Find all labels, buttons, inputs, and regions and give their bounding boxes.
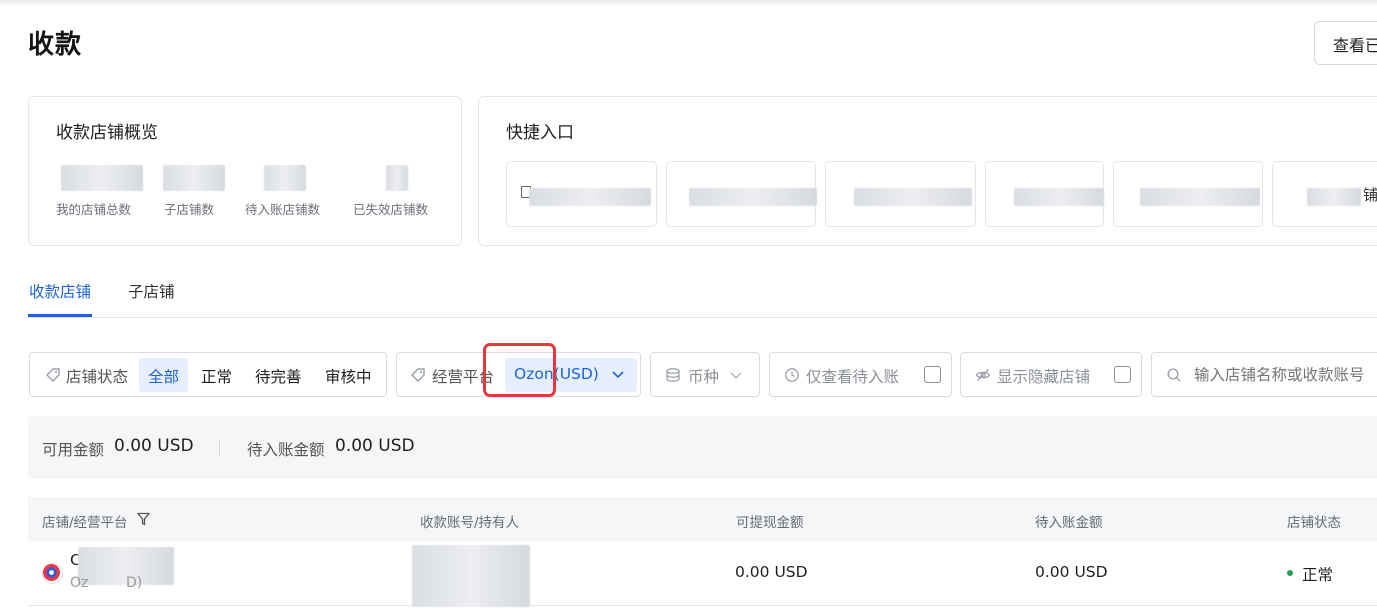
currency-filter[interactable]: 币种 — [650, 352, 760, 397]
summary-divider — [219, 440, 220, 457]
highlight-box — [483, 343, 556, 397]
eye-off-icon — [975, 369, 991, 381]
overview-card: 收款店铺概览 我的店铺总数 子店铺数 待入账店铺数 已失效店铺数 — [28, 96, 462, 246]
quick-entry-tile[interactable] — [985, 161, 1104, 227]
filter-icon[interactable] — [137, 512, 150, 526]
table-header: 店铺/经营平台 收款账号/持有人 可提现金额 待入账金额 店铺状态 — [28, 497, 1377, 541]
stat-value-total — [61, 165, 143, 191]
store-status-label: 店铺状态 — [66, 368, 129, 386]
column-pending: 待入账金额 — [1035, 515, 1103, 531]
platform-fragment-right: D) — [126, 575, 143, 591]
table-row[interactable]: C Oz D) 0.00 USD 0.00 USD 正常 — [28, 541, 1377, 607]
tag-icon — [411, 368, 425, 382]
stat-label-substores: 子店铺数 — [164, 202, 215, 217]
tab-receiving-stores[interactable]: 收款店铺 — [29, 280, 91, 302]
column-store-platform: 店铺/经营平台 — [42, 515, 128, 531]
stat-value-substores — [163, 165, 225, 191]
stat-label-pending: 待入账店铺数 — [245, 202, 321, 217]
search-box — [1151, 352, 1377, 397]
column-status: 店铺状态 — [1287, 515, 1341, 531]
pending-only-filter[interactable]: 仅查看待入账 — [769, 352, 952, 397]
tab-bar: 收款店铺 子店铺 — [28, 270, 1377, 318]
chevron-down-icon — [730, 372, 742, 380]
active-tab-indicator — [28, 314, 92, 317]
stat-label-total: 我的店铺总数 — [56, 202, 132, 217]
pending-label: 待入账金额 — [247, 441, 325, 459]
currency-label: 币种 — [688, 368, 720, 386]
quick-entry-tile[interactable] — [1113, 161, 1263, 227]
status-option-reviewing[interactable]: 审核中 — [316, 358, 381, 392]
page-title: 收款 — [28, 30, 83, 60]
quick-entry-title: 快捷入口 — [506, 123, 574, 143]
tile-text-fragment: 铺 — [1363, 186, 1377, 204]
quick-entry-tile[interactable] — [666, 161, 817, 227]
available-value: 0.00 USD — [114, 436, 194, 456]
show-hidden-filter[interactable]: 显示隐藏店铺 — [960, 352, 1142, 397]
column-withdrawable: 可提现金额 — [736, 515, 804, 531]
clock-icon — [785, 368, 799, 382]
quick-entry-card: 快捷入口 铺 — [478, 96, 1377, 246]
top-shadow-bar — [0, 0, 1377, 7]
account-redacted — [412, 545, 530, 607]
store-status: 正常 — [1302, 566, 1334, 584]
tab-sub-stores[interactable]: 子店铺 — [128, 280, 175, 302]
coin-stack-icon — [666, 368, 680, 382]
pending-only-label: 仅查看待入账 — [806, 368, 900, 386]
available-label: 可用金额 — [42, 441, 105, 459]
chevron-down-icon — [612, 371, 624, 379]
overview-title: 收款店铺概览 — [56, 123, 158, 143]
status-option-incomplete[interactable]: 待完善 — [246, 358, 311, 392]
pending-amount: 0.00 USD — [1035, 563, 1108, 581]
quick-entry-tile[interactable]: 铺 — [1272, 161, 1377, 227]
view-button[interactable]: 查看已 — [1314, 21, 1377, 65]
withdrawable-amount: 0.00 USD — [735, 563, 808, 581]
search-icon — [1167, 368, 1181, 382]
status-option-normal[interactable]: 正常 — [192, 358, 241, 392]
search-input[interactable] — [1192, 361, 1377, 389]
pending-value: 0.00 USD — [335, 436, 415, 456]
ozon-logo-icon — [42, 563, 63, 584]
quick-entry-tile[interactable] — [825, 161, 976, 227]
platform-fragment-left: Oz — [70, 575, 89, 591]
stat-value-pending — [264, 165, 306, 191]
status-option-all[interactable]: 全部 — [139, 358, 189, 392]
stat-label-expired: 已失效店铺数 — [353, 202, 429, 217]
store-status-filter: 店铺状态 全部 正常 待完善 审核中 — [29, 352, 387, 397]
pending-only-checkbox[interactable] — [924, 366, 941, 383]
show-hidden-checkbox[interactable] — [1114, 366, 1131, 383]
stat-value-expired — [386, 165, 408, 191]
quick-entry-tile[interactable] — [506, 161, 657, 227]
status-dot — [1287, 570, 1293, 576]
column-account-holder: 收款账号/持有人 — [420, 515, 520, 531]
tag-icon — [46, 368, 60, 382]
show-hidden-label: 显示隐藏店铺 — [997, 368, 1091, 386]
balance-summary: 可用金额 0.00 USD 待入账金额 0.00 USD — [28, 416, 1377, 479]
